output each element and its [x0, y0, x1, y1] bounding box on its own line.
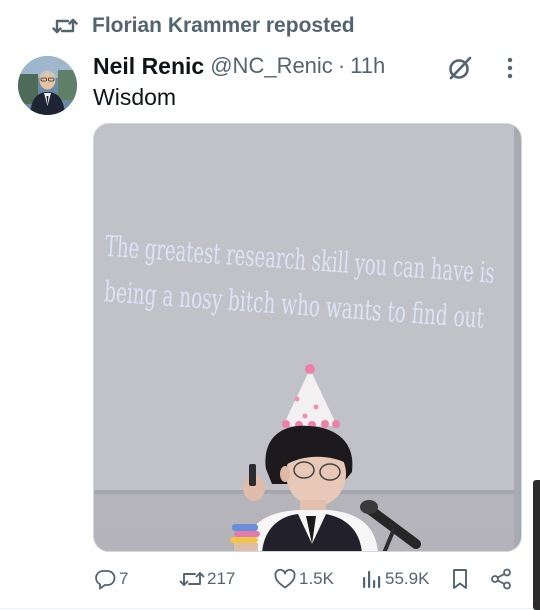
- tweet-media-photo[interactable]: The greatest research skill you can have…: [93, 123, 522, 552]
- share-icon: [489, 567, 513, 591]
- reply-button[interactable]: 7: [93, 564, 128, 594]
- repost-header[interactable]: Florian Krammer reposted: [52, 12, 355, 40]
- grok-icon[interactable]: [446, 54, 474, 82]
- separator-dot: ·: [337, 53, 346, 78]
- bookmark-icon: [449, 567, 471, 591]
- repost-icon: [179, 568, 205, 590]
- author-display-name[interactable]: Neil Renic: [93, 53, 204, 80]
- tweet-header: Neil Renic @NC_Renic · 11h: [93, 50, 385, 82]
- heart-icon: [273, 567, 297, 591]
- tweet-text: Wisdom: [93, 84, 177, 110]
- tweet-timestamp[interactable]: 11h: [350, 53, 385, 79]
- repost-label[interactable]: Florian Krammer reposted: [92, 14, 355, 38]
- views-chart-icon: [361, 567, 383, 591]
- bookmark-button[interactable]: [449, 564, 471, 594]
- repost-button[interactable]: 217: [179, 564, 235, 594]
- tweet-action-bar: 7 217 1.5K 55.9K: [93, 564, 523, 594]
- author-handle[interactable]: @NC_Renic: [210, 53, 333, 79]
- scrollbar-edge[interactable]: [533, 480, 540, 610]
- share-button[interactable]: [489, 564, 513, 594]
- avatar[interactable]: [18, 56, 77, 115]
- like-count: 1.5K: [299, 569, 334, 588]
- repost-count: 217: [207, 569, 236, 588]
- views-button[interactable]: 55.9K: [361, 564, 429, 594]
- reply-icon: [93, 567, 117, 591]
- more-options-icon[interactable]: [498, 54, 522, 82]
- like-button[interactable]: 1.5K: [273, 564, 334, 594]
- repost-icon: [52, 15, 78, 37]
- views-count: 55.9K: [385, 569, 430, 588]
- divider: [0, 608, 540, 609]
- reply-count: 7: [119, 569, 129, 588]
